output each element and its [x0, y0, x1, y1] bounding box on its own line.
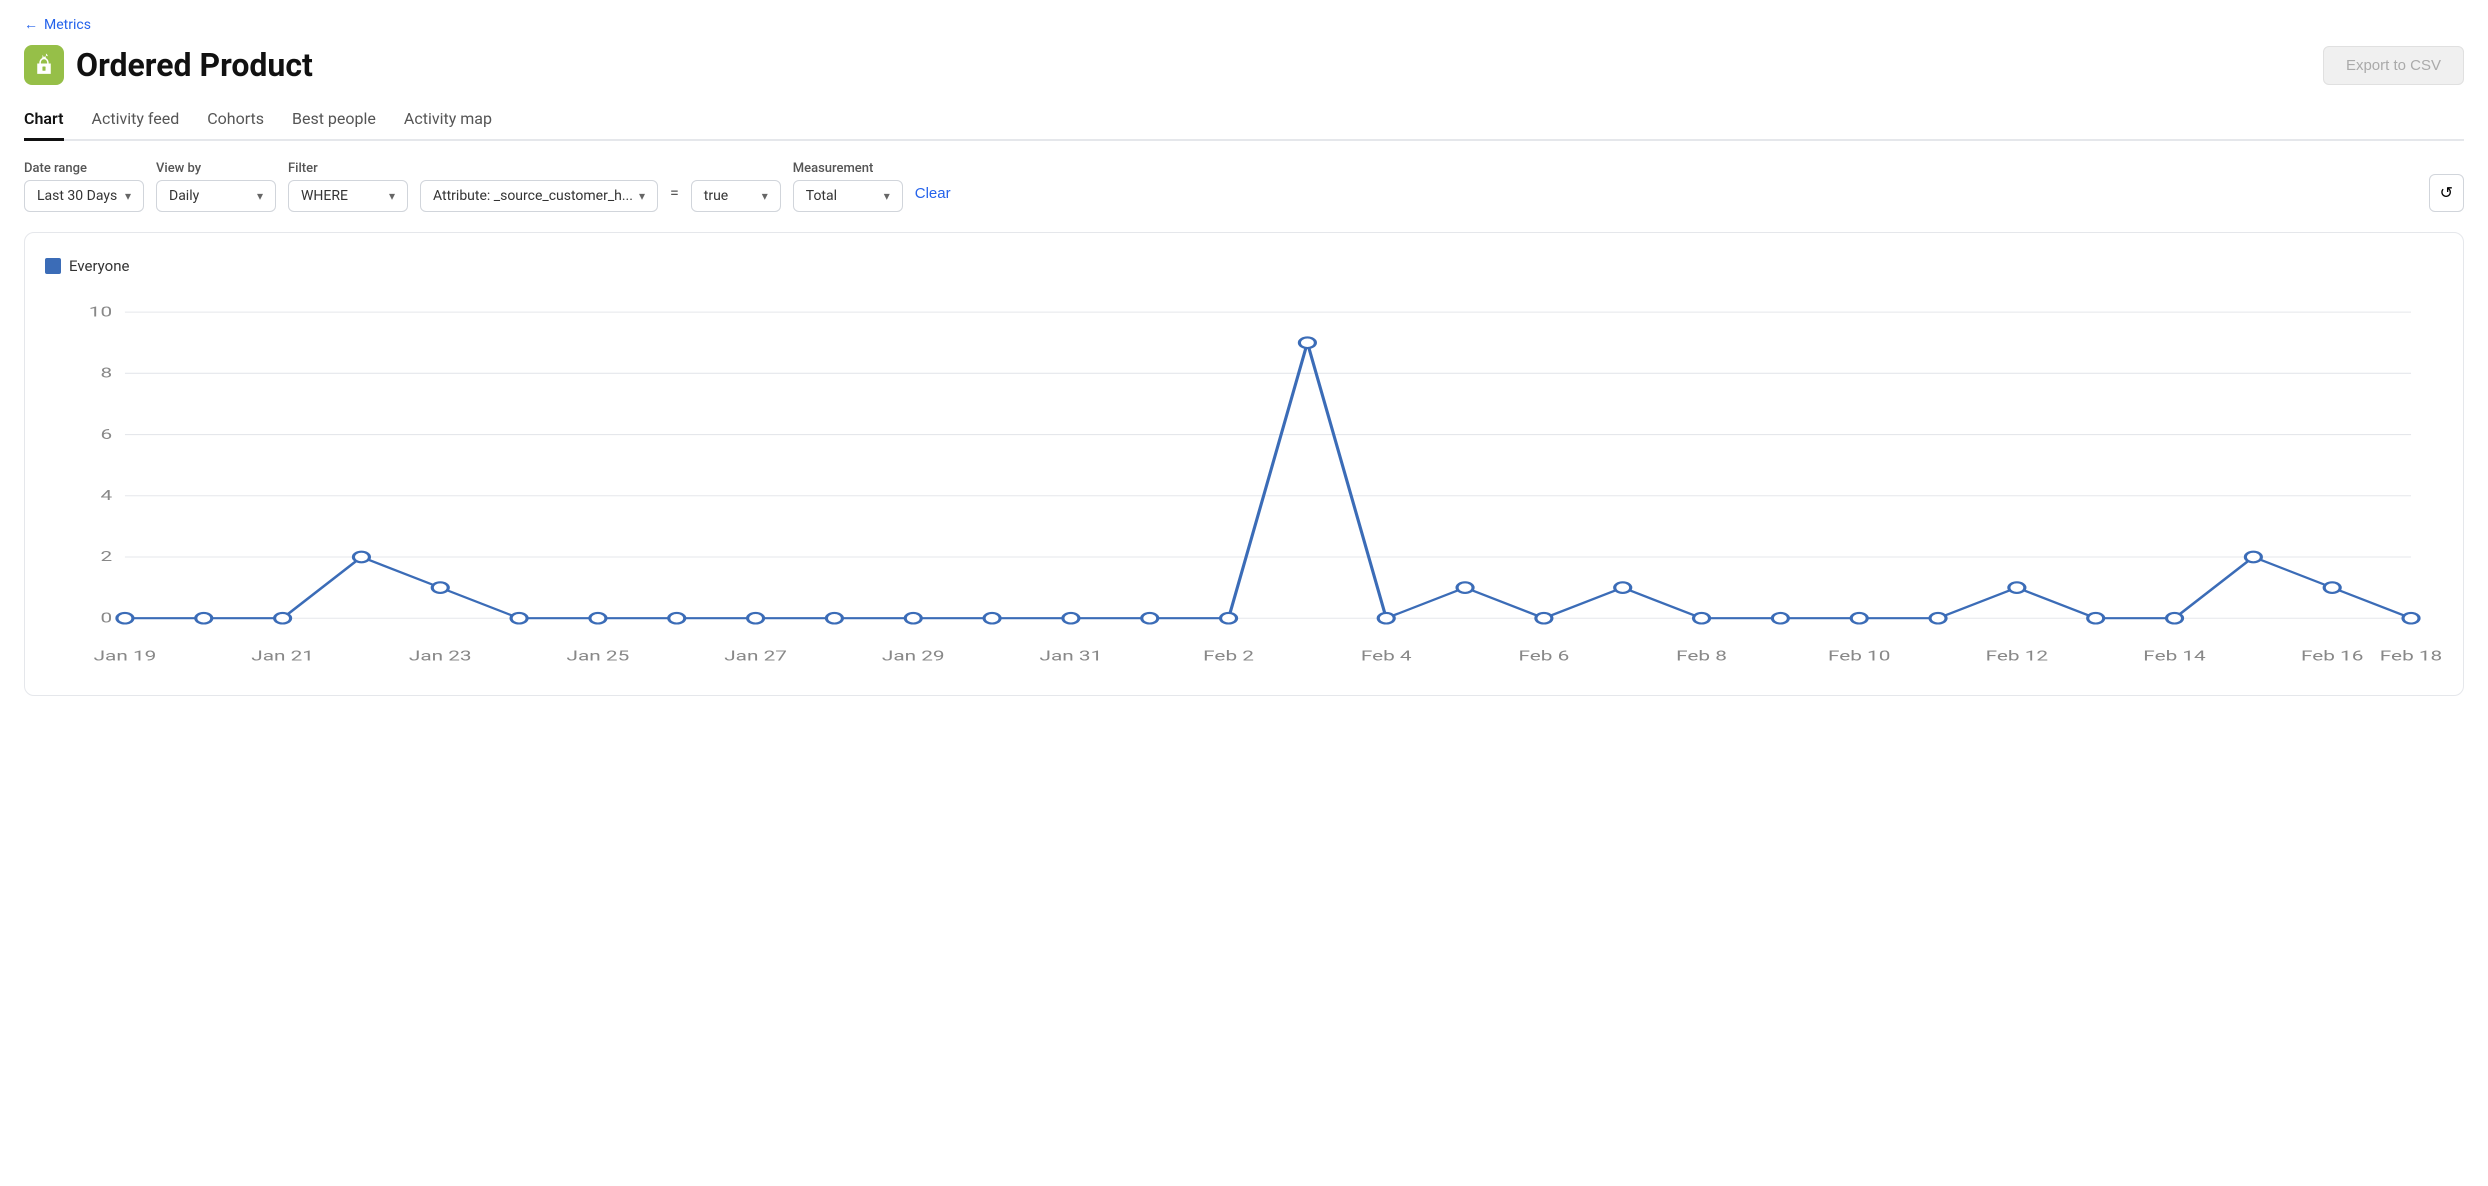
attribute-group: x Attribute: _source_customer_h... ▾ — [420, 161, 658, 212]
view-by-value: Daily — [169, 188, 199, 204]
svg-text:8: 8 — [100, 366, 112, 382]
filters-row: Date range Last 30 Days ▾ View by Daily … — [24, 161, 2464, 212]
filter-type-select[interactable]: WHERE ▾ — [288, 180, 408, 212]
tab-chart[interactable]: Chart — [24, 101, 64, 141]
filter-value-select[interactable]: true ▾ — [691, 180, 781, 212]
svg-text:Jan 29: Jan 29 — [882, 649, 945, 665]
chevron-down-icon: ▾ — [639, 189, 645, 203]
svg-text:4: 4 — [100, 488, 112, 504]
page-header: Ordered Product Export to CSV — [24, 45, 2464, 85]
legend-color-box — [45, 258, 61, 274]
tabs-nav: Chart Activity feed Cohorts Best people … — [24, 101, 2464, 141]
chevron-down-icon: ▾ — [257, 189, 263, 203]
shopify-logo-icon — [24, 45, 64, 85]
measurement-group: Measurement Total ▾ — [793, 161, 903, 212]
filter-value: true — [704, 188, 728, 204]
view-by-select[interactable]: Daily ▾ — [156, 180, 276, 212]
svg-text:6: 6 — [100, 427, 112, 443]
svg-text:Feb 10: Feb 10 — [1828, 649, 1890, 665]
filter-value-group: x true ▾ — [691, 161, 781, 212]
svg-text:Jan 23: Jan 23 — [409, 649, 472, 665]
measurement-label: Measurement — [793, 161, 903, 176]
svg-text:Feb 2: Feb 2 — [1203, 649, 1254, 665]
svg-text:Jan 25: Jan 25 — [567, 649, 630, 665]
chart-legend: Everyone — [45, 257, 2443, 275]
chart-container: Everyone 0 2 4 6 8 10 Jan 19 Jan 21 Jan 23 Jan 25… — [24, 232, 2464, 696]
filter-label: Filter — [288, 161, 408, 176]
view-by-label: View by — [156, 161, 276, 176]
view-by-group: View by Daily ▾ — [156, 161, 276, 212]
tab-cohorts[interactable]: Cohorts — [207, 101, 264, 141]
date-range-group: Date range Last 30 Days ▾ — [24, 161, 144, 212]
svg-text:Jan 19: Jan 19 — [94, 649, 157, 665]
svg-text:Jan 31: Jan 31 — [1040, 649, 1103, 665]
equals-sign: = — [670, 183, 679, 212]
back-arrow-icon: ← — [24, 16, 38, 33]
tab-activity-feed[interactable]: Activity feed — [92, 101, 180, 141]
tab-best-people[interactable]: Best people — [292, 101, 376, 141]
svg-text:Feb 18: Feb 18 — [2380, 649, 2442, 665]
date-range-value: Last 30 Days — [37, 188, 117, 204]
svg-text:Feb 8: Feb 8 — [1676, 649, 1727, 665]
date-range-select[interactable]: Last 30 Days ▾ — [24, 180, 144, 212]
refresh-icon: ↺ — [2440, 183, 2453, 203]
attribute-select[interactable]: Attribute: _source_customer_h... ▾ — [420, 180, 658, 212]
export-csv-button[interactable]: Export to CSV — [2323, 46, 2464, 85]
svg-text:Jan 21: Jan 21 — [251, 649, 314, 665]
measurement-value: Total — [806, 188, 837, 204]
svg-text:Feb 14: Feb 14 — [2143, 649, 2206, 665]
chevron-down-icon: ▾ — [762, 189, 768, 203]
svg-text:Jan 27: Jan 27 — [724, 649, 787, 665]
refresh-button[interactable]: ↺ — [2429, 174, 2464, 212]
svg-text:0: 0 — [100, 611, 112, 627]
filter-type-value: WHERE — [301, 188, 348, 204]
measurement-select[interactable]: Total ▾ — [793, 180, 903, 212]
chart-area: 0 2 4 6 8 10 Jan 19 Jan 21 Jan 23 Jan 25 Jan 27 Jan… — [45, 291, 2443, 675]
clear-button[interactable]: Clear — [915, 185, 951, 212]
header-left: Ordered Product — [24, 45, 313, 85]
filter-type-group: Filter WHERE ▾ — [288, 161, 408, 212]
back-link[interactable]: ← Metrics — [24, 16, 2464, 33]
page-title: Ordered Product — [76, 46, 313, 84]
back-link-label: Metrics — [44, 17, 91, 33]
svg-text:Feb 4: Feb 4 — [1361, 649, 1412, 665]
chevron-down-icon: ▾ — [125, 189, 131, 203]
svg-text:Feb 12: Feb 12 — [1986, 649, 2049, 665]
chevron-down-icon: ▾ — [389, 189, 395, 203]
svg-text:10: 10 — [89, 305, 112, 321]
tab-activity-map[interactable]: Activity map — [404, 101, 492, 141]
attribute-value: Attribute: _source_customer_h... — [433, 188, 633, 204]
svg-text:2: 2 — [100, 550, 112, 566]
line-chart-svg: 0 2 4 6 8 10 Jan 19 Jan 21 Jan 23 Jan 25 Jan 27 Jan… — [45, 291, 2443, 671]
legend-label: Everyone — [69, 257, 129, 275]
date-range-label: Date range — [24, 161, 144, 176]
svg-text:Feb 16: Feb 16 — [2301, 649, 2364, 665]
svg-text:Feb 6: Feb 6 — [1519, 649, 1570, 665]
chevron-down-icon: ▾ — [884, 189, 890, 203]
